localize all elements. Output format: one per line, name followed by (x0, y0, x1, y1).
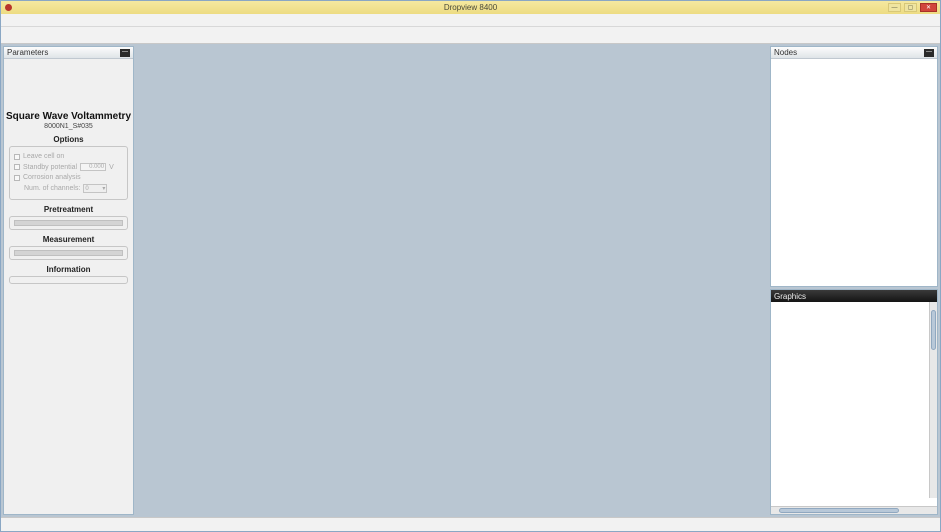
corrosion-analysis-label: Corrosion analysis (23, 174, 81, 181)
leave-cell-on-label: Leave cell on (23, 153, 64, 160)
nodes-panel-header: Nodes — (771, 47, 937, 59)
pretreatment-table (14, 220, 123, 226)
num-channels-select[interactable]: 0 ▾ (83, 184, 107, 193)
pretreatment-group (9, 216, 128, 230)
information-title: Information (4, 265, 133, 274)
nodes-panel-title: Nodes (774, 48, 797, 57)
measurement-table (14, 250, 123, 256)
charts-grid (136, 46, 768, 515)
standby-potential-checkbox[interactable] (14, 164, 20, 170)
nodes-tree (771, 59, 937, 286)
technique-id: 8000N1_S#035 (4, 123, 133, 130)
parameters-panel-title: Parameters (7, 48, 48, 57)
pretreatment-title: Pretreatment (4, 205, 133, 214)
measurement-title: Measurement (4, 235, 133, 244)
right-column: Nodes — Graphics (770, 46, 938, 515)
graphics-panel-header: Graphics (771, 290, 937, 302)
main-area: Parameters — Square Wave Voltammetry 800… (1, 44, 940, 517)
leave-cell-on-checkbox[interactable] (14, 154, 20, 160)
graphics-panel-title: Graphics (774, 292, 806, 301)
parameters-panel: Parameters — Square Wave Voltammetry 800… (3, 46, 134, 515)
nodes-panel: Nodes — (770, 46, 938, 287)
toolbar (1, 27, 940, 44)
num-channels-value: 0 (85, 186, 88, 192)
parameters-tabs (4, 511, 133, 514)
collapse-nodes-button[interactable]: — (924, 49, 934, 57)
information-group (9, 276, 128, 284)
technique-title: Square Wave Voltammetry (4, 111, 133, 122)
standby-potential-unit: V (109, 164, 114, 171)
graphics-vertical-scrollbar[interactable] (929, 302, 937, 498)
graphics-tree (771, 302, 937, 506)
status-bar (1, 517, 940, 531)
collapse-parameters-button[interactable]: — (120, 49, 130, 57)
titlebar: Dropview 8400 — ▢ ✕ (1, 1, 940, 14)
num-channels-label: Num. of channels: (24, 185, 80, 192)
options-title: Options (4, 135, 133, 144)
parameters-panel-header: Parameters — (4, 47, 133, 59)
standby-potential-label: Standby potential (23, 164, 77, 171)
chevron-down-icon: ▾ (102, 185, 105, 192)
graphics-panel: Graphics (770, 289, 938, 515)
menu-bar (1, 14, 940, 27)
graphics-horizontal-scrollbar[interactable] (771, 506, 937, 514)
options-group: Leave cell on Standby potential 0.000 V … (9, 146, 128, 200)
corrosion-analysis-checkbox[interactable] (14, 175, 20, 181)
measurement-group (9, 246, 128, 260)
standby-potential-input[interactable]: 0.000 (80, 163, 106, 171)
app-window: Dropview 8400 — ▢ ✕ Parameters — Square … (0, 0, 941, 532)
window-title: Dropview 8400 (1, 3, 940, 12)
